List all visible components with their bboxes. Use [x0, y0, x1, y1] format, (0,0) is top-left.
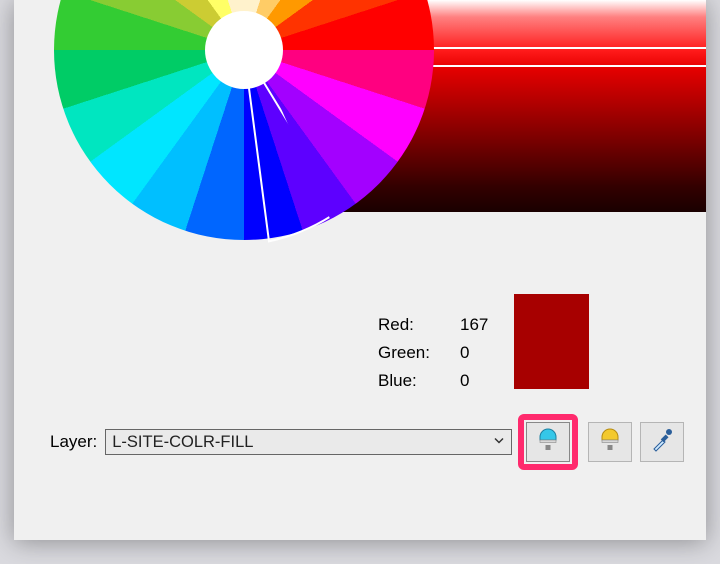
cool-marker-icon [537, 427, 559, 458]
eyedropper-button[interactable] [640, 422, 684, 462]
red-label: Red: [378, 312, 458, 338]
color-wheel[interactable] [54, 0, 434, 240]
warm-marker-button[interactable] [588, 422, 632, 462]
instruction-highlight [518, 414, 578, 470]
layer-label: Layer: [50, 432, 97, 452]
rgb-readout: Red: 167 Green: 0 Blue: 0 [376, 310, 502, 396]
color-picker-panel: Red: 167 Green: 0 Blue: 0 Layer: L-SITE-… [14, 0, 706, 540]
green-label: Green: [378, 340, 458, 366]
blue-label: Blue: [378, 368, 458, 394]
eyedropper-icon [650, 427, 674, 458]
green-value: 0 [460, 340, 500, 366]
cool-marker-button[interactable] [526, 422, 570, 462]
blue-value: 0 [460, 368, 500, 394]
layer-combobox[interactable]: L-SITE-COLR-FILL [105, 429, 512, 455]
layer-combobox-value: L-SITE-COLR-FILL [112, 433, 253, 452]
warm-marker-icon [599, 427, 621, 458]
color-swatch [514, 294, 589, 389]
chevron-down-icon [493, 433, 505, 452]
red-value: 167 [460, 312, 500, 338]
layer-row: Layer: L-SITE-COLR-FILL [50, 420, 684, 464]
